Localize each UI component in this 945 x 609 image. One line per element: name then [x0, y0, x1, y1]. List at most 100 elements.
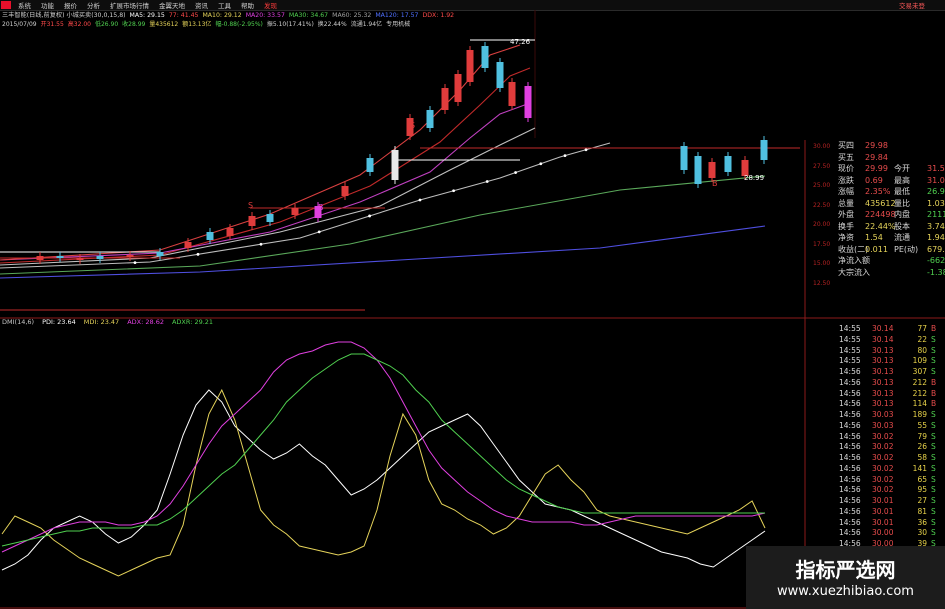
quote-k: 涨跌: [838, 175, 854, 185]
quote-k: 买四: [838, 141, 854, 150]
tick-pr: 30.13: [872, 356, 894, 366]
quote-v: 29.99: [865, 164, 888, 173]
tick-vo: 58: [917, 453, 927, 462]
candle-body: [56, 256, 64, 258]
tick-bs: S: [931, 431, 936, 441]
tick-tm: 14:56: [839, 377, 861, 387]
tick-bs: S: [931, 506, 936, 516]
tick-pr: 30.13: [872, 377, 894, 387]
quote-row: 收益(二)0.011 PE(动) 679.4: [809, 244, 945, 255]
quote-k2: 最低: [894, 187, 910, 196]
tick-bs: S: [931, 496, 936, 505]
candle-body: [724, 156, 732, 172]
tick-tm: 14:56: [839, 528, 861, 538]
tick-row[interactable]: 14:55 30.14 77 B: [809, 324, 945, 335]
tick-vo: 212: [912, 388, 927, 398]
kline-chart[interactable]: 47.2628.99S BSB: [0, 10, 945, 609]
tick-row[interactable]: 14:56 30.02 65 S: [809, 475, 945, 486]
ma-dot: [514, 171, 517, 174]
quote-k2: 内盘: [894, 210, 910, 219]
tick-vo: 81: [917, 506, 927, 516]
tick-row[interactable]: 14:55 30.13 109 S: [809, 356, 945, 367]
candle-body: [96, 256, 104, 259]
candle-body: [508, 82, 516, 106]
candle-body: [760, 140, 768, 160]
tick-row[interactable]: 14:56 30.00 30 S: [809, 528, 945, 539]
tick-vo: 30: [917, 528, 927, 538]
quote-k2: 量比: [894, 198, 910, 208]
menu-item-help[interactable]: 帮助: [236, 0, 259, 10]
tick-row[interactable]: 14:56 30.02 79 S: [809, 432, 945, 443]
tick-row[interactable]: 14:56 30.13 212 B: [809, 389, 945, 400]
dmi-legend: DMI(14,6) PDI: 23.64 MDI: 23.47 ADX: 28.62 A…: [2, 318, 221, 326]
menu-item-function[interactable]: 功能: [36, 0, 59, 10]
tick-tm: 14:56: [839, 517, 861, 527]
quote-v: 224498: [865, 210, 896, 219]
tick-row[interactable]: 14:56 30.02 58 S: [809, 453, 945, 464]
tick-bs: S: [931, 345, 936, 355]
menu-item-analysis[interactable]: 分析: [82, 0, 105, 10]
ma-dot: [485, 180, 489, 183]
tick-bs: B: [931, 377, 937, 387]
trade-login-status[interactable]: 交易未登: [899, 0, 925, 10]
quote-k: 总量: [838, 198, 854, 208]
quote-v2: 3.74亿: [927, 221, 945, 231]
menu-item-discover[interactable]: 发现: [259, 0, 282, 10]
quote-k: 换手: [838, 221, 854, 231]
tick-pr: 30.02: [872, 485, 894, 495]
tick-tm: 14:56: [839, 420, 861, 430]
candle-body: [454, 74, 462, 102]
ma-line-4: [0, 67, 531, 264]
watermark-url: www.xuezhibiao.com: [777, 584, 914, 599]
high-price-label: 47.26: [510, 38, 531, 46]
tick-row[interactable]: 14:56 30.03 189 S: [809, 410, 945, 421]
tick-row[interactable]: 14:56 30.01 81 S: [809, 507, 945, 518]
quote-k: 收益(二): [838, 244, 869, 254]
tick-vo: 307: [912, 367, 927, 376]
tick-pr: 30.01: [872, 506, 894, 516]
tick-tm: 14:56: [839, 463, 861, 473]
dmi-legend-adxr: ADXR: 29.21: [171, 318, 214, 326]
watermark: 指标严选网 www.xuezhibiao.com: [746, 546, 945, 609]
quote-k2: 流通: [894, 233, 910, 242]
tick-row[interactable]: 14:56 30.13 212 B: [809, 378, 945, 389]
menu-item-jinyi[interactable]: 金翼天地: [154, 0, 190, 10]
quote-v2: 1.94亿: [927, 233, 945, 242]
tick-bs: S: [931, 485, 936, 495]
tick-row[interactable]: 14:55 30.14 22 S: [809, 335, 945, 346]
tick-vo: 27: [917, 496, 927, 505]
ma-dot: [539, 162, 543, 166]
quote-row: 涨幅 2.35%最低 26.90: [809, 186, 945, 197]
tick-row[interactable]: 14:56 30.01 27 S: [809, 496, 945, 507]
candle-body: [184, 242, 192, 248]
tick-row[interactable]: 14:56 30.03 55 S: [809, 421, 945, 432]
candle-body: [708, 162, 716, 178]
tick-row[interactable]: 14:56 30.02 26 S: [809, 442, 945, 453]
menu-item-extended-market[interactable]: 扩展市场行情: [105, 0, 154, 10]
quote-v: 435612: [865, 198, 896, 208]
tick-tm: 14:55: [839, 356, 861, 366]
tick-bs: S: [931, 528, 936, 538]
menu-item-system[interactable]: 系统: [13, 0, 36, 10]
app-logo-icon: [1, 1, 11, 9]
tick-pr: 30.13: [872, 388, 894, 398]
menu-item-tools[interactable]: 工具: [213, 0, 236, 10]
tick-tm: 14:56: [839, 474, 861, 484]
quote-k: 大宗流入: [838, 267, 870, 277]
tick-pr: 30.02: [872, 442, 894, 452]
candle-body: [366, 158, 374, 172]
tick-pr: 30.03: [872, 410, 894, 419]
tick-row[interactable]: 14:56 30.13 114 B: [809, 399, 945, 410]
menu-item-news[interactable]: 资讯: [190, 0, 213, 10]
candle-body: [206, 232, 214, 240]
menu-item-quote[interactable]: 报价: [59, 0, 82, 10]
tick-row[interactable]: 14:55 30.13 80 S: [809, 346, 945, 357]
candle-body: [680, 146, 688, 170]
tick-row[interactable]: 14:56 30.02 95 S: [809, 485, 945, 496]
candle-body: [694, 156, 702, 184]
tick-row[interactable]: 14:56 30.01 36 S: [809, 518, 945, 529]
tick-row[interactable]: 14:56 30.02 141 S: [809, 464, 945, 475]
tick-tm: 14:55: [839, 345, 861, 355]
dmi-line-adxr: [1, 353, 765, 547]
tick-row[interactable]: 14:56 30.13 307 S: [809, 367, 945, 378]
